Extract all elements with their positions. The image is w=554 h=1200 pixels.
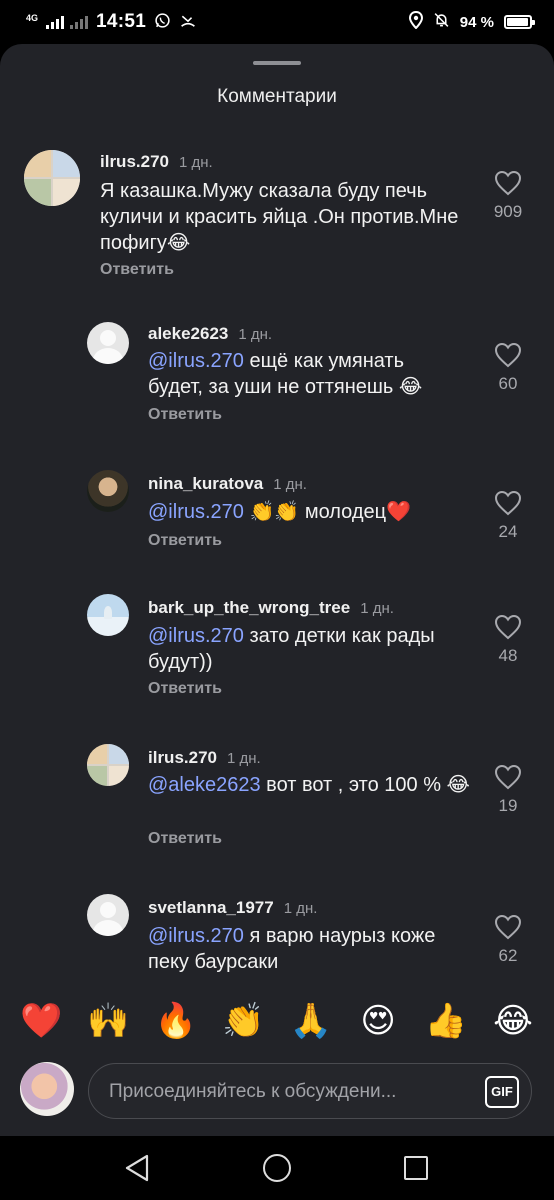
comment-input[interactable]: Присоединяйтесь к обсуждени... GIF bbox=[88, 1063, 532, 1119]
heart-icon bbox=[494, 490, 522, 516]
avatar[interactable] bbox=[87, 322, 129, 364]
like-count: 909 bbox=[493, 202, 523, 221]
back-icon[interactable] bbox=[124, 1154, 150, 1187]
comment-time: 1 дн. bbox=[238, 326, 273, 343]
comment-time: 1 дн. bbox=[179, 154, 213, 171]
missed-call-icon bbox=[179, 12, 197, 33]
heart-icon bbox=[494, 914, 522, 940]
comment-time: 1 дн. bbox=[227, 750, 261, 767]
comments-sheet: Комментарии ilrus.270 1 дн. Я казашка.Му… bbox=[0, 44, 554, 1136]
emoji-heart-button[interactable]: ❤️ bbox=[20, 1001, 62, 1041]
like-button[interactable]: 909 bbox=[488, 170, 528, 222]
like-button[interactable]: 60 bbox=[488, 342, 528, 394]
battery-percent: 94 % bbox=[459, 13, 494, 31]
emoji-pray-button[interactable]: 🙏 bbox=[290, 1001, 332, 1041]
comment-username[interactable]: ilrus.270 bbox=[100, 152, 169, 172]
reply-button[interactable]: Ответить bbox=[148, 830, 222, 848]
like-count: 48 bbox=[498, 646, 518, 665]
emoji-clap-button[interactable]: 👏 bbox=[222, 1001, 264, 1041]
status-bar: 4G 14:51 94 % bbox=[0, 0, 554, 44]
comment-username[interactable]: bark_up_the_wrong_tree bbox=[148, 598, 350, 618]
heart-icon bbox=[494, 614, 522, 640]
comment-body: 👏👏 молодец❤️ bbox=[243, 501, 411, 523]
like-count: 62 bbox=[498, 946, 518, 965]
comment-time: 1 дн. bbox=[360, 600, 394, 617]
battery-icon bbox=[504, 15, 535, 29]
heart-icon bbox=[494, 342, 522, 368]
comment-reply-item: ilrus.270 1 дн. @aleke2623 вот вот , это… bbox=[0, 740, 554, 880]
clock: 14:51 bbox=[96, 11, 147, 32]
comment-text: @aleke2623 вот вот , это 100 % 😂 bbox=[148, 772, 478, 798]
system-nav-bar bbox=[0, 1136, 554, 1200]
mention-link[interactable]: @ilrus.270 bbox=[148, 501, 244, 523]
heart-icon bbox=[494, 764, 522, 790]
avatar[interactable] bbox=[87, 744, 129, 786]
mention-link[interactable]: @ilrus.270 bbox=[148, 625, 244, 647]
avatar[interactable] bbox=[87, 594, 129, 636]
comment-text: @ilrus.270 ещё как умянать будет, за уши… bbox=[148, 348, 448, 400]
mention-link[interactable]: @ilrus.270 bbox=[148, 350, 244, 372]
comment-text: @ilrus.270 я варю наурыз коже пеку баурс… bbox=[148, 923, 468, 975]
avatar[interactable] bbox=[24, 150, 80, 206]
comment-username[interactable]: aleke2623 bbox=[148, 324, 228, 344]
gif-button[interactable]: GIF bbox=[485, 1076, 519, 1108]
comment-item: ilrus.270 1 дн. Я казашка.Мужу сказала б… bbox=[0, 140, 554, 290]
location-icon bbox=[408, 10, 423, 33]
avatar[interactable] bbox=[87, 470, 129, 512]
heart-icon bbox=[494, 170, 522, 196]
emoji-fire-button[interactable]: 🔥 bbox=[155, 1001, 197, 1041]
emoji-thumbs-up-button[interactable]: 👍 bbox=[425, 1001, 467, 1041]
like-count: 60 bbox=[498, 374, 518, 393]
my-avatar bbox=[20, 1062, 74, 1116]
comment-text: @ilrus.270 зато детки как рады будут)) bbox=[148, 623, 468, 675]
comment-input-placeholder: Присоединяйтесь к обсуждени... bbox=[109, 1081, 397, 1102]
like-button[interactable]: 24 bbox=[488, 490, 528, 542]
emoji-heart-eyes-button[interactable]: 😍 bbox=[357, 1001, 399, 1041]
sheet-title: Комментарии bbox=[217, 86, 337, 107]
like-count: 19 bbox=[498, 796, 518, 815]
comment-reply-item: nina_kuratova 1 дн. @ilrus.270 👏👏 молоде… bbox=[0, 466, 554, 586]
mention-link[interactable]: @aleke2623 bbox=[148, 774, 261, 796]
comment-time: 1 дн. bbox=[273, 476, 307, 493]
reply-button[interactable]: Ответить bbox=[148, 532, 222, 550]
alarm-off-icon bbox=[433, 11, 450, 33]
home-icon[interactable] bbox=[263, 1154, 291, 1182]
comment-text: Я казашка.Мужу сказала буду печь куличи … bbox=[100, 178, 470, 256]
comment-username[interactable]: nina_kuratova bbox=[148, 474, 263, 494]
signal-strength-sim2-icon bbox=[70, 15, 89, 29]
network-type: 4G bbox=[26, 12, 39, 23]
comment-reply-item: bark_up_the_wrong_tree 1 дн. @ilrus.270 … bbox=[0, 590, 554, 730]
comment-time: 1 дн. bbox=[283, 900, 318, 917]
comment-body: Я казашка.Мужу сказала буду печь куличи … bbox=[100, 180, 459, 254]
comment-body: вот вот , это 100 % 😂 bbox=[260, 774, 470, 796]
like-button[interactable]: 62 bbox=[488, 914, 528, 966]
emoji-quick-bar: ❤️ 🙌 🔥 👏 🙏 😍 👍 😂 bbox=[0, 990, 554, 1052]
reply-button[interactable]: Ответить bbox=[148, 680, 222, 698]
like-button[interactable]: 19 bbox=[488, 764, 528, 816]
like-count: 24 bbox=[498, 522, 518, 541]
drag-handle[interactable] bbox=[253, 61, 301, 65]
emoji-laughing-button[interactable]: 😂 bbox=[492, 1001, 534, 1041]
comment-username[interactable]: ilrus.270 bbox=[148, 748, 217, 768]
reply-button[interactable]: Ответить bbox=[100, 261, 174, 279]
comment-reply-item: aleke2623 1 дн. @ilrus.270 ещё как умяна… bbox=[0, 316, 554, 446]
mention-link[interactable]: @ilrus.270 bbox=[148, 925, 244, 947]
comments-list[interactable]: ilrus.270 1 дн. Я казашка.Мужу сказала б… bbox=[0, 140, 554, 983]
recent-apps-icon[interactable] bbox=[404, 1156, 428, 1180]
comment-reply-item: svetlanna_1977 1 дн. @ilrus.270 я варю н… bbox=[0, 890, 554, 983]
reply-button[interactable]: Ответить bbox=[148, 406, 222, 424]
emoji-raised-hands-button[interactable]: 🙌 bbox=[87, 1001, 129, 1041]
avatar[interactable] bbox=[87, 894, 129, 936]
signal-strength-icon bbox=[46, 15, 65, 29]
comment-username[interactable]: svetlanna_1977 bbox=[148, 898, 274, 918]
whatsapp-icon bbox=[154, 12, 171, 33]
comment-text: @ilrus.270 👏👏 молодец❤️ bbox=[148, 499, 448, 525]
like-button[interactable]: 48 bbox=[488, 614, 528, 666]
